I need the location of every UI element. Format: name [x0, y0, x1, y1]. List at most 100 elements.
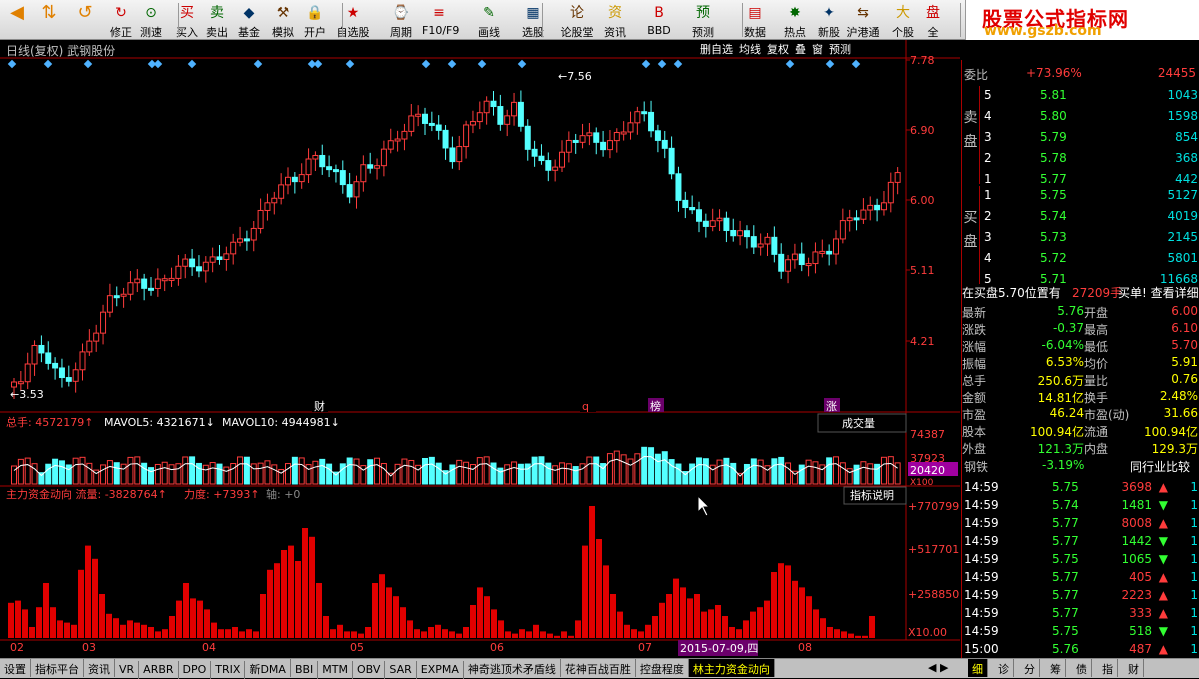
capital-bar — [295, 561, 301, 638]
toolbar-btn-13[interactable]: 资资讯 — [598, 0, 632, 40]
toolbar-btn-16[interactable]: ▤ 数据 — [738, 0, 772, 40]
indicator-tab-3[interactable]: VR — [115, 661, 140, 679]
indicator-tab-14[interactable]: 花神百战百胜 — [561, 659, 636, 677]
ask-volume: 442 — [1175, 172, 1198, 186]
capital-axis-label: 轴: +0 — [266, 487, 300, 501]
capital-bar — [78, 569, 84, 638]
toolbar-btn-4[interactable]: ◆ 基金 — [232, 0, 266, 40]
toolbar-btn-18[interactable]: ✦ 新股 — [812, 0, 846, 40]
toolbar-btn-14[interactable]: B BBD — [642, 0, 676, 40]
candle — [374, 165, 381, 169]
toolbar-icon: 资 — [608, 5, 622, 21]
bid-level: 3 — [984, 230, 992, 244]
candle — [853, 217, 860, 221]
capital-bar — [841, 631, 847, 638]
toolbar-btn-15[interactable]: 预预测 — [686, 0, 720, 40]
toolbar-btn-8[interactable]: ⌚ 周期 — [384, 0, 418, 40]
indicator-tab-10[interactable]: OBV — [353, 661, 386, 679]
toolbar-btn-1[interactable]: ⊙ 测速 — [134, 0, 168, 40]
candle — [709, 220, 716, 227]
ask-row[interactable]: 4 5.80 1598 — [962, 109, 1199, 127]
side-tab-5[interactable]: 指 — [1098, 659, 1118, 677]
toolbar-btn-20[interactable]: 大个股 — [886, 0, 920, 40]
volume-bar — [730, 462, 737, 485]
toolbar-btn-9[interactable]: ≡ F10/F9 — [422, 0, 460, 40]
toolbar-btn-19[interactable]: ⇆ 沪港通 — [846, 0, 880, 40]
toolbar-btn-12[interactable]: 论论股堂 — [560, 0, 594, 40]
side-tab-4[interactable]: 债 — [1072, 659, 1092, 677]
indicator-tab-15[interactable]: 控盘程度 — [636, 659, 689, 677]
kline-chart[interactable]: 7.78 6.90 6.00 5.11 4.21 ←7.56 ←3.53 财 q 榜 涨总手: 45… — [0, 40, 960, 660]
stat-value: 250.6万 — [1037, 374, 1084, 388]
toolbar-label: 数据 — [744, 26, 766, 39]
candle — [593, 132, 600, 143]
capital-bar — [64, 622, 70, 638]
indicator-tab-16[interactable]: 林主力资金动向 — [688, 659, 775, 677]
capital-bar — [15, 600, 21, 638]
stat-row: 振幅 6.53% 均价 5.91 — [962, 355, 1199, 373]
bid-row[interactable]: 1 5.75 5127 — [962, 188, 1199, 206]
capital-bar — [309, 536, 315, 638]
indicator-tab-13[interactable]: 神奇逃顶术矛盾线 — [464, 659, 561, 677]
capital-bar — [267, 569, 273, 638]
price-tick-label: 7.78 — [910, 54, 935, 67]
side-tab-0[interactable]: 细 — [968, 659, 988, 677]
indicator-tab-5[interactable]: DPO — [179, 661, 212, 679]
toolbar-btn-21[interactable]: 盘全 — [916, 0, 950, 40]
toolbar-btn-6[interactable]: 🔒 开户 — [298, 0, 332, 40]
candle — [113, 295, 120, 299]
indicator-tab-7[interactable]: 新DMA — [245, 659, 291, 677]
ask-row[interactable]: 3 5.79 854 — [962, 130, 1199, 148]
ask-row[interactable]: 5 5.81 1043 — [962, 88, 1199, 106]
date-tick-label: 08 — [798, 641, 812, 654]
indicator-tab-0[interactable]: 设置 — [0, 659, 31, 677]
side-tab-3[interactable]: 筹 — [1046, 659, 1066, 677]
candle — [572, 139, 579, 143]
indicator-tab-1[interactable]: 指标平台 — [31, 659, 84, 677]
candle — [579, 135, 586, 143]
indicator-tab-2[interactable]: 资讯 — [84, 659, 115, 677]
nav-arrow-1[interactable]: ⇅ — [36, 0, 62, 40]
volume-bar — [168, 464, 175, 485]
indicator-tab-11[interactable]: SAR — [385, 661, 417, 679]
toolbar-label: F10/F9 — [422, 24, 460, 37]
toolbar-btn-5[interactable]: ⚒ 模拟 — [266, 0, 300, 40]
toolbar-btn-2[interactable]: 买买入 — [170, 0, 204, 40]
side-tab-1[interactable]: 诊 — [994, 659, 1014, 677]
side-tab-6[interactable]: 财 — [1124, 659, 1144, 677]
notice-row[interactable]: 在买盘5.70位置有 27209手 买单! 查看详细 — [962, 284, 1199, 302]
signal-diamond-icon — [657, 59, 667, 69]
indicator-tab-8[interactable]: BBI — [291, 661, 319, 679]
tick-price: 5.77 — [1052, 534, 1079, 548]
candle — [202, 261, 209, 272]
ask-price: 5.80 — [1040, 109, 1067, 123]
nav-arrow-0[interactable]: ◀ — [4, 0, 30, 40]
capital-bar — [708, 609, 714, 638]
side-tab-2[interactable]: 分 — [1020, 659, 1040, 677]
date-tick-label: 04 — [202, 641, 216, 654]
indicator-tab-4[interactable]: ARBR — [139, 661, 179, 679]
ask-row[interactable]: 2 5.78 368 — [962, 151, 1199, 169]
toolbar-btn-17[interactable]: ✸ 热点 — [778, 0, 812, 40]
stat-label: 流通 — [1084, 425, 1109, 439]
bid-row[interactable]: 4 5.72 5801 — [962, 251, 1199, 269]
tick-time: 14:59 — [964, 606, 999, 620]
tab-scroll[interactable]: ◀ ▶ — [924, 659, 952, 677]
indicator-tab-9[interactable]: MTM — [318, 661, 353, 679]
indicator-tab-12[interactable]: EXPMA — [417, 661, 464, 679]
toolbar-btn-0[interactable]: ↻ 修正 — [104, 0, 138, 40]
capital-bar — [162, 629, 168, 638]
industry-row[interactable]: 钢铁 -3.19% 同行业比较 — [962, 458, 1199, 476]
bid-row[interactable]: 2 5.74 4019 — [962, 209, 1199, 227]
indicator-tab-6[interactable]: TRIX — [211, 661, 246, 679]
volume-bar — [106, 460, 113, 485]
toolbar-btn-3[interactable]: 卖卖出 — [200, 0, 234, 40]
stat-row: 总手 250.6万 量比 0.76 — [962, 372, 1199, 390]
capital-bar — [589, 506, 595, 638]
toolbar-btn-10[interactable]: ✎ 画线 — [472, 0, 506, 40]
stat-value: 6.00 — [1171, 304, 1198, 318]
toolbar-btn-11[interactable]: ▦ 选股 — [516, 0, 550, 40]
nav-arrow-2[interactable]: ↺ — [72, 0, 98, 40]
candle — [189, 258, 196, 268]
bid-row[interactable]: 3 5.73 2145 — [962, 230, 1199, 248]
